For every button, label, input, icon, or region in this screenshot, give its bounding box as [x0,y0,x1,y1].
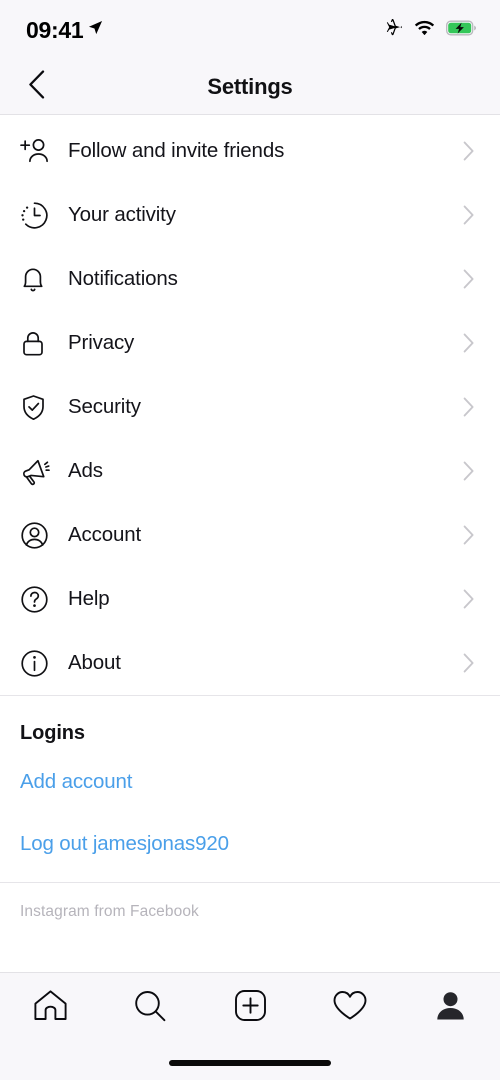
settings-row-label: Help [68,587,110,610]
settings-row-your-activity[interactable]: Your activity [0,183,500,247]
person-circle-icon [20,521,54,550]
home-icon [33,989,68,1027]
home-indicator[interactable] [169,1060,331,1066]
settings-row-label: About [68,651,121,674]
content-spacer [0,921,500,972]
add-post-icon [234,989,267,1027]
bell-icon [20,265,54,294]
search-icon [133,989,167,1028]
airplane-mode-icon [383,18,403,43]
status-bar-left: 09:41 [26,17,103,44]
settings-row-privacy[interactable]: Privacy [0,311,500,375]
settings-row-label: Privacy [68,331,135,354]
settings-row-label: Notifications [68,267,178,290]
logins-section: Logins Add account Log out jamesjonas920 [0,696,500,882]
logins-heading: Logins [20,722,85,744]
settings-row-label: Ads [68,459,103,482]
tab-home[interactable] [0,985,100,1031]
settings-row-label: Account [68,523,142,546]
bottom-tab-bar [0,972,500,1080]
back-button[interactable] [14,60,58,114]
settings-screen: 09:41 Settings Follow and invite friends… [0,0,500,1080]
question-circle-icon [20,585,54,614]
chevron-right-icon [463,205,480,225]
lock-icon [20,329,54,358]
info-circle-icon [20,649,54,678]
settings-list: Follow and invite friends Your activity [0,115,500,695]
profile-icon [434,989,467,1027]
settings-row-help[interactable]: Help [0,567,500,631]
home-indicator-area [0,1046,500,1080]
wifi-icon [414,20,435,41]
settings-row-security[interactable]: Security [0,375,500,439]
status-bar-right [383,18,478,43]
settings-row-about[interactable]: About [0,631,500,695]
tab-add-post[interactable] [200,985,300,1031]
chevron-right-icon [463,333,480,353]
tab-profile[interactable] [400,985,500,1031]
chevron-right-icon [463,461,480,481]
chevron-left-icon [28,70,45,104]
settings-row-label: Your activity [68,203,176,226]
location-arrow-icon [88,20,103,40]
add-person-icon [20,137,54,165]
settings-row-ads[interactable]: Ads [0,439,500,503]
megaphone-icon [20,457,54,486]
navigation-bar: Settings [0,60,500,115]
attribution-text: Instagram from Facebook [20,903,199,920]
chevron-right-icon [463,589,480,609]
activity-clock-icon [20,201,54,230]
tab-activity[interactable] [300,985,400,1031]
add-account-link[interactable]: Add account [0,745,500,794]
chevron-right-icon [463,525,480,545]
settings-row-notifications[interactable]: Notifications [0,247,500,311]
status-time: 09:41 [26,16,84,43]
chevron-right-icon [463,269,480,289]
heart-icon [332,989,368,1027]
status-bar: 09:41 [0,0,500,60]
tab-list [0,973,500,1046]
settings-row-follow-and-invite-friends[interactable]: Follow and invite friends [0,119,500,183]
settings-row-label: Follow and invite friends [68,139,285,162]
chevron-right-icon [463,653,480,673]
chevron-right-icon [463,141,480,161]
battery-charging-icon [446,20,478,41]
chevron-right-icon [463,397,480,417]
log-out-link[interactable]: Log out jamesjonas920 [0,794,500,882]
tab-search[interactable] [100,985,200,1031]
settings-row-account[interactable]: Account [0,503,500,567]
page-title: Settings [207,74,293,99]
shield-check-icon [20,393,54,422]
settings-row-label: Security [68,395,141,418]
